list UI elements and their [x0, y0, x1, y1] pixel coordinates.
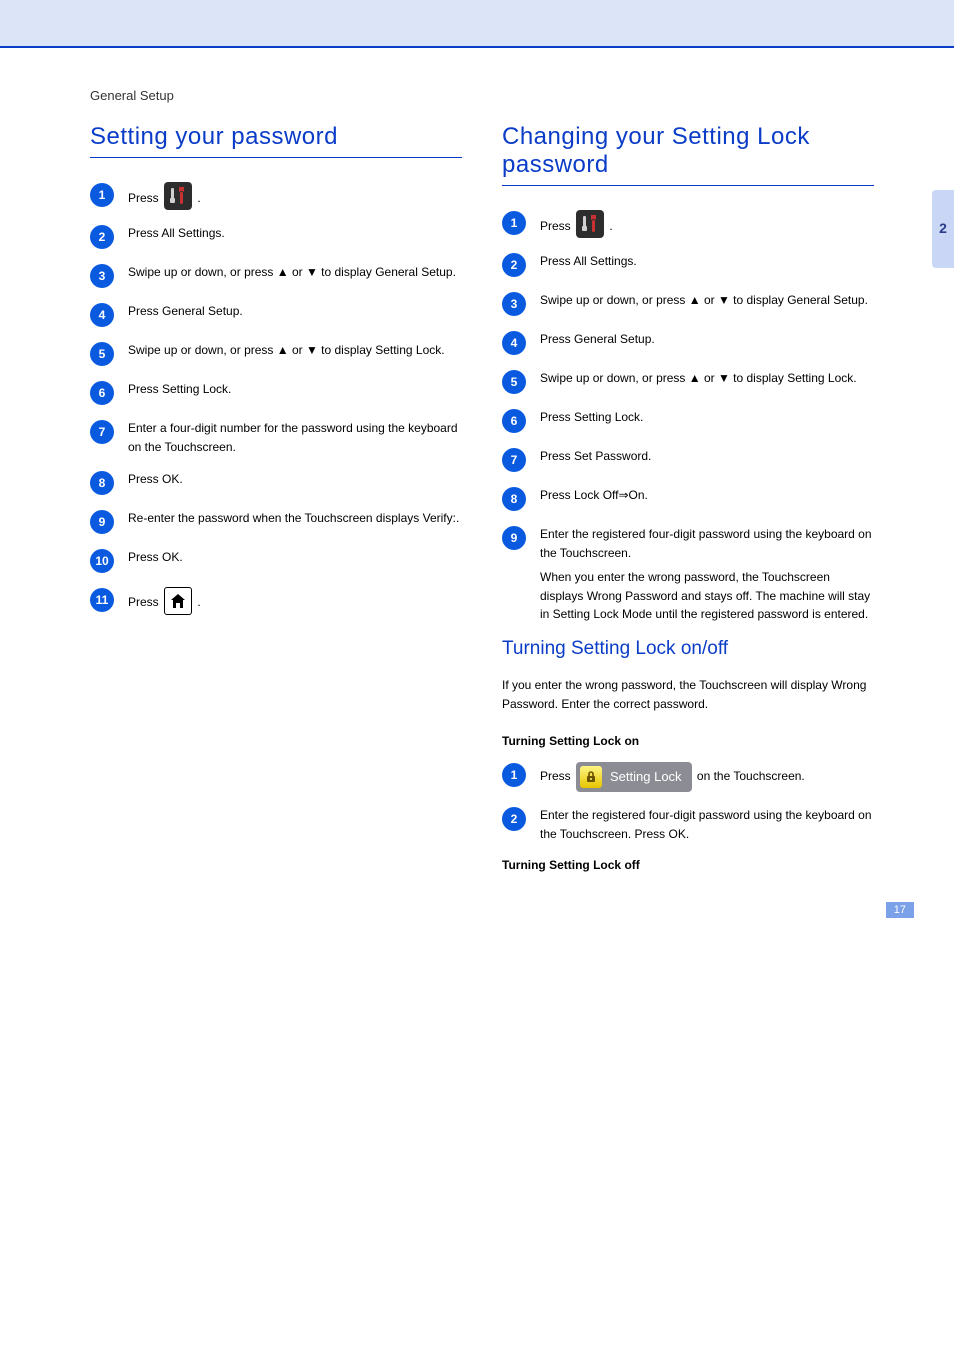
page-title: General Setup — [90, 88, 874, 103]
subhead-lock-on: Turning Setting Lock on — [502, 734, 874, 748]
page-content: General Setup Setting your password 1 Pr… — [0, 48, 954, 892]
step-badge: 1 — [90, 183, 114, 207]
step-badge: 2 — [502, 253, 526, 277]
on-step-1: 1 Press Setting Lock on the — [502, 762, 874, 792]
r-step-9: 9 Enter the registered four-digit passwo… — [502, 525, 874, 624]
step-badge: 3 — [502, 292, 526, 316]
step-9: 9 Re-enter the password when the Touchsc… — [90, 509, 462, 534]
setting-lock-label: Setting Lock — [610, 767, 682, 787]
step-text: Press Setting Lock. — [128, 382, 231, 396]
setting-lock-button: Setting Lock — [576, 762, 692, 792]
step-badge: 9 — [90, 510, 114, 534]
step-text: Swipe up or down, or press ▲ or ▼ to dis… — [128, 265, 456, 279]
on-step-2: 2 Enter the registered four-digit passwo… — [502, 806, 874, 843]
step-badge: 8 — [90, 471, 114, 495]
step-text: Press — [128, 595, 162, 609]
step-text: Press Lock Off⇒On. — [540, 488, 648, 502]
subhead-lock-off: Turning Setting Lock off — [502, 858, 874, 872]
heading-lock-onoff: Turning Setting Lock on/off — [502, 638, 874, 660]
step-3: 3 Swipe up or down, or press ▲ or ▼ to d… — [90, 263, 462, 288]
step-badge: 5 — [502, 370, 526, 394]
step-7: 7 Enter a four-digit number for the pass… — [90, 419, 462, 456]
step-10: 10 Press OK. — [90, 548, 462, 573]
step-text: Press OK. — [128, 550, 183, 564]
heading-change-password: Changing your Setting Lock password — [502, 123, 874, 186]
step-text: Swipe up or down, or press ▲ or ▼ to dis… — [540, 293, 868, 307]
intro-text: If you enter the wrong password, the Tou… — [502, 676, 874, 714]
step-badge: 10 — [90, 549, 114, 573]
step-text-post: . — [197, 191, 200, 205]
step-text: Press OK. — [128, 472, 183, 486]
step-text: Press Set Password. — [540, 449, 651, 463]
step-text: Press — [540, 770, 574, 784]
step-text: Re-enter the password when the Touchscre… — [128, 511, 459, 525]
step-text: Press General Setup. — [540, 332, 655, 346]
step-5: 5 Swipe up or down, or press ▲ or ▼ to d… — [90, 341, 462, 366]
step-text: Swipe up or down, or press ▲ or ▼ to dis… — [128, 343, 445, 357]
r-step-3: 3 Swipe up or down, or press ▲ or ▼ to d… — [502, 291, 874, 316]
step-text: Press Setting Lock. — [540, 410, 643, 424]
step-badge: 1 — [502, 211, 526, 235]
home-icon — [164, 587, 192, 615]
step-text-mid: on the Touchscreen. — [697, 770, 805, 784]
step-text: Swipe up or down, or press ▲ or ▼ to dis… — [540, 371, 857, 385]
r-step-4: 4 Press General Setup. — [502, 330, 874, 355]
step-text: Press — [128, 191, 162, 205]
step-text: Enter the registered four-digit password… — [540, 527, 872, 560]
lock-icon — [580, 766, 602, 788]
page-number: 17 — [886, 902, 914, 918]
step-8: 8 Press OK. — [90, 470, 462, 495]
step-badge: 4 — [502, 331, 526, 355]
left-column: Setting your password 1 Press . — [90, 123, 462, 872]
step-text: Press General Setup. — [128, 304, 243, 318]
r-step-2: 2 Press All Settings. — [502, 252, 874, 277]
step-text-post: . — [197, 595, 200, 609]
step-text-post: . — [609, 219, 612, 233]
step-text: Press All Settings. — [128, 226, 225, 240]
r-step-8: 8 Press Lock Off⇒On. — [502, 486, 874, 511]
r-step-6: 6 Press Setting Lock. — [502, 408, 874, 433]
tools-icon — [576, 210, 604, 238]
right-column: Changing your Setting Lock password 1 Pr… — [502, 123, 874, 872]
step-1: 1 Press . — [90, 182, 462, 210]
footer: 17 — [0, 892, 954, 938]
step-badge: 7 — [502, 448, 526, 472]
step-text: Press — [540, 219, 574, 233]
r-step-5: 5 Swipe up or down, or press ▲ or ▼ to d… — [502, 369, 874, 394]
step-6: 6 Press Setting Lock. — [90, 380, 462, 405]
r-step-7: 7 Press Set Password. — [502, 447, 874, 472]
step-badge: 8 — [502, 487, 526, 511]
tools-icon — [164, 182, 192, 210]
step-2: 2 Press All Settings. — [90, 224, 462, 249]
step-11: 11 Press . — [90, 587, 462, 615]
step-badge: 3 — [90, 264, 114, 288]
step-text: Enter a four-digit number for the passwo… — [128, 421, 458, 454]
step-badge: 6 — [502, 409, 526, 433]
step-badge: 7 — [90, 420, 114, 444]
r-step-1: 1 Press . — [502, 210, 874, 238]
step-badge: 1 — [502, 763, 526, 787]
step-badge: 2 — [90, 225, 114, 249]
step-text: Press All Settings. — [540, 254, 637, 268]
step-4: 4 Press General Setup. — [90, 302, 462, 327]
step-badge: 2 — [502, 807, 526, 831]
step-text: Enter the registered four-digit password… — [540, 808, 872, 841]
step-badge: 6 — [90, 381, 114, 405]
step-badge: 4 — [90, 303, 114, 327]
note-text: When you enter the wrong password, the T… — [540, 570, 870, 621]
step-badge: 9 — [502, 526, 526, 550]
step-badge: 11 — [90, 588, 114, 612]
heading-set-password: Setting your password — [90, 123, 462, 158]
header-bar — [0, 0, 954, 48]
step-badge: 5 — [90, 342, 114, 366]
